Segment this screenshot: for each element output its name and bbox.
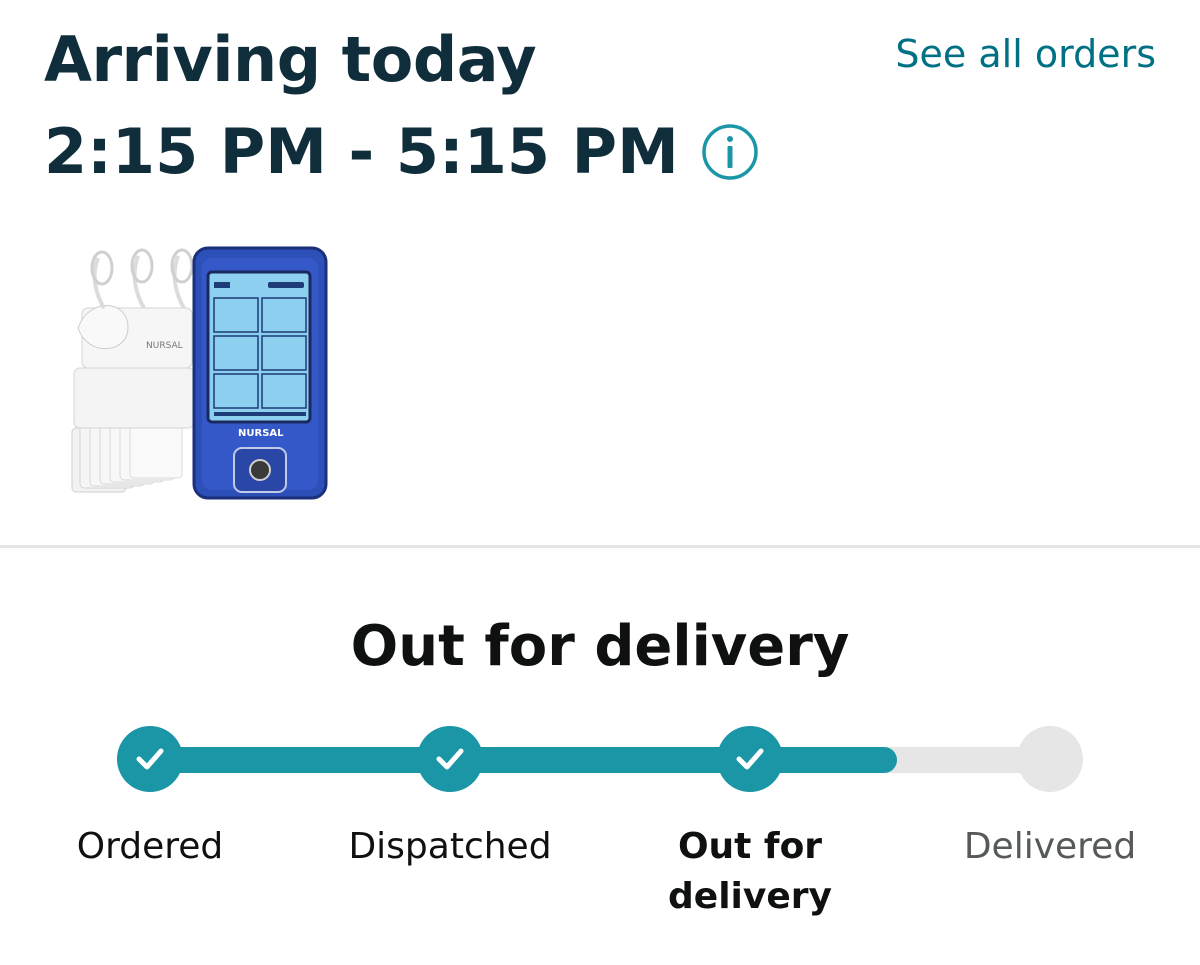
- see-all-orders-link[interactable]: See all orders: [895, 30, 1156, 78]
- step-node-delivered: [1017, 726, 1083, 792]
- arrival-title: Arriving today: [44, 23, 537, 96]
- electrode-pads: NURSAL: [71, 248, 195, 493]
- svg-text:NURSAL: NURSAL: [146, 341, 183, 351]
- delivery-window: 2:15 PM - 5:15 PM: [44, 116, 759, 188]
- section-divider: [0, 545, 1200, 548]
- progress-tracker: [0, 720, 1200, 800]
- checkmark-icon: [436, 748, 464, 770]
- product-image[interactable]: NURSAL NURSAL: [68, 238, 336, 502]
- progress-fill: [150, 747, 897, 773]
- step-node-out-for-delivery: [717, 726, 783, 792]
- step-label-delivered: Delivered: [963, 826, 1137, 867]
- step-node-dispatched: [417, 726, 483, 792]
- checkmark-icon: [136, 748, 164, 770]
- delivery-time-range: 2:15 PM - 5:15 PM: [44, 115, 679, 188]
- info-icon[interactable]: [701, 123, 759, 181]
- delivery-header: Arriving today 2:15 PM - 5:15 PM See all…: [0, 0, 1200, 548]
- step-label-out-for-delivery: Out for delivery: [668, 826, 832, 917]
- step-node-ordered: [117, 726, 183, 792]
- delivery-status-title: Out for delivery: [350, 614, 850, 679]
- step-label-ordered: Ordered: [76, 826, 224, 867]
- step-label-dispatched: Dispatched: [348, 826, 552, 867]
- checkmark-icon: [736, 748, 764, 770]
- tens-device: NURSAL: [192, 246, 328, 500]
- svg-text:NURSAL: NURSAL: [238, 428, 284, 439]
